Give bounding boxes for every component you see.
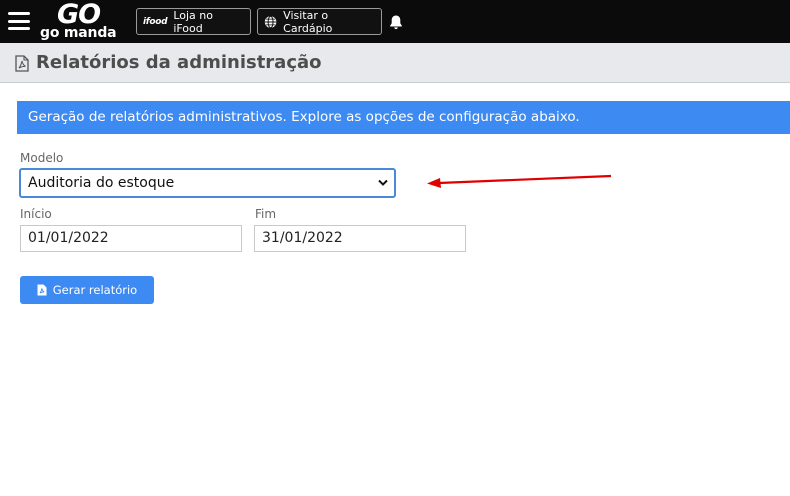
page-title: Relatórios da administração [36,52,322,73]
modelo-select[interactable]: Auditoria do estoque [19,168,396,198]
end-date-input[interactable]: 31/01/2022 [254,225,466,252]
globe-icon [264,15,277,28]
logo-bottom-text: go manda [40,25,117,41]
menu-icon[interactable] [8,12,30,30]
modelo-label: Modelo [20,151,64,165]
generate-report-button[interactable]: Gerar relatório [20,276,154,304]
info-banner: Geração de relatórios administrativos. E… [17,101,790,134]
ifood-store-label: Loja no iFood [173,8,213,35]
fim-label: Fim [255,207,277,221]
bell-icon[interactable] [388,14,404,30]
ifood-store-button[interactable]: ifood Loja no iFood [136,8,251,35]
visit-menu-button[interactable]: Visitar o Cardápio [257,8,382,35]
generate-report-label: Gerar relatório [52,283,138,297]
page-header: Relatórios da administração [0,43,790,83]
modelo-selected-value: Auditoria do estoque [28,175,175,191]
start-date-input[interactable]: 01/01/2022 [20,225,242,252]
pdf-icon [37,284,47,296]
top-navbar: GO go manda ifood Loja no iFood Visitar … [0,0,790,43]
inicio-label: Início [20,207,52,221]
visit-menu-label: Visitar o Cardápio [283,8,333,35]
ifood-icon: ifood [143,16,168,27]
chevron-down-icon [378,179,388,186]
go-manda-logo[interactable]: GO go manda [40,0,126,42]
annotation-arrow [427,174,612,188]
pdf-file-icon [15,55,29,72]
